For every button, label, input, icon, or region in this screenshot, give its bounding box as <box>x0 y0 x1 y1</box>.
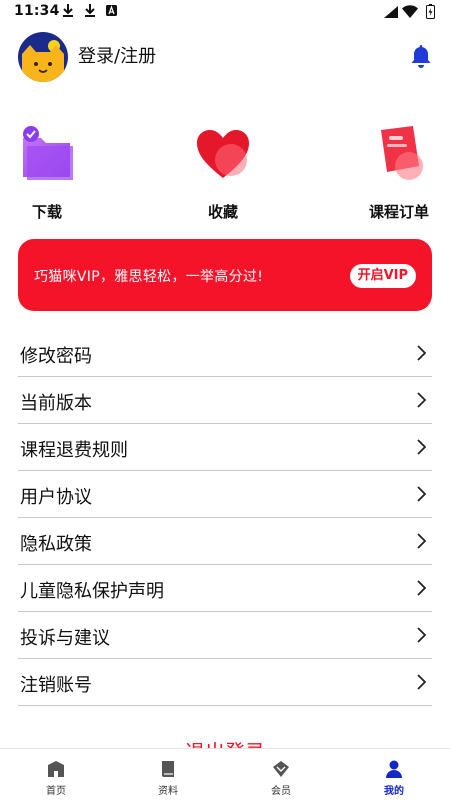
tab-home[interactable]: 首页 <box>0 749 112 801</box>
order-clipboard-icon <box>381 126 423 180</box>
chevron-right-icon <box>417 345 426 361</box>
tab-materials[interactable]: 资料 <box>112 749 224 801</box>
home-icon <box>48 761 64 777</box>
download-status-icon <box>85 4 95 17</box>
chevron-right-icon <box>417 392 426 408</box>
settings-item-label: 修改密码 <box>20 346 92 367</box>
tab-home-label: 首页 <box>46 786 66 797</box>
person-icon <box>386 760 402 778</box>
battery-icon <box>426 4 435 19</box>
open-vip-button[interactable]: 开启VIP <box>349 264 416 288</box>
settings-item-label: 当前版本 <box>20 393 92 414</box>
settings-item-label: 隐私政策 <box>20 534 92 555</box>
settings-item-label: 投诉与建议 <box>20 628 110 649</box>
settings-item-label: 用户协议 <box>20 487 92 508</box>
settings-list: 修改密码 当前版本 课程退费规则 用户协议 隐私政策 儿童隐私保护声明 投诉与建… <box>18 330 432 706</box>
vip-banner[interactable]: 巧猫咪VIP，雅思轻松，一举高分过! 开启VIP <box>18 239 432 311</box>
chevron-right-icon <box>417 439 426 455</box>
tab-mine-label: 我的 <box>384 786 404 797</box>
favorites-label: 收藏 <box>207 203 238 221</box>
download-label: 下载 <box>31 203 62 221</box>
course-orders-label: 课程订单 <box>368 203 429 221</box>
cat-avatar-icon <box>18 32 68 82</box>
tab-materials-label: 资料 <box>158 786 178 797</box>
bottom-nav: 首页 资料 会员 我的 <box>0 748 450 801</box>
app-notification-icon <box>106 5 117 16</box>
settings-item-change-password[interactable]: 修改密码 <box>18 330 432 377</box>
chevron-right-icon <box>417 486 426 502</box>
settings-item-current-version[interactable]: 当前版本 <box>18 377 432 424</box>
avatar[interactable] <box>18 32 68 82</box>
settings-item-label: 注销账号 <box>20 675 92 696</box>
settings-item-label: 课程退费规则 <box>20 440 128 461</box>
chevron-right-icon <box>417 627 426 643</box>
tab-mine[interactable]: 我的 <box>338 749 450 801</box>
wifi-icon <box>402 5 418 18</box>
vip-banner-text: 巧猫咪VIP，雅思轻松，一举高分过! <box>34 269 264 285</box>
status-bar: 11:34 <box>0 0 450 24</box>
status-time: 11:34 <box>14 3 60 19</box>
chevron-right-icon <box>417 674 426 690</box>
diamond-icon <box>273 761 289 777</box>
settings-item-feedback[interactable]: 投诉与建议 <box>18 612 432 659</box>
book-icon <box>162 761 174 777</box>
chevron-right-icon <box>417 533 426 549</box>
settings-item-child-privacy[interactable]: 儿童隐私保护声明 <box>18 565 432 612</box>
settings-item-user-agreement[interactable]: 用户协议 <box>18 471 432 518</box>
chevron-right-icon <box>417 580 426 596</box>
download-entry[interactable]: 下载 <box>0 122 102 227</box>
settings-item-privacy-policy[interactable]: 隐私政策 <box>18 518 432 565</box>
favorites-entry[interactable]: 收藏 <box>168 122 278 227</box>
signal-icon <box>384 6 398 18</box>
login-register-link[interactable]: 登录/注册 <box>78 42 156 68</box>
download-folder-icon <box>23 126 73 180</box>
download-status-icon <box>63 4 73 17</box>
tab-membership[interactable]: 会员 <box>225 749 337 801</box>
settings-item-delete-account[interactable]: 注销账号 <box>18 659 432 706</box>
tab-membership-label: 会员 <box>271 786 291 797</box>
bell-icon[interactable] <box>408 44 434 70</box>
settings-item-label: 儿童隐私保护声明 <box>20 581 164 602</box>
course-orders-entry[interactable]: 课程订单 <box>344 122 450 227</box>
settings-item-refund-rules[interactable]: 课程退费规则 <box>18 424 432 471</box>
heart-icon <box>197 130 249 178</box>
